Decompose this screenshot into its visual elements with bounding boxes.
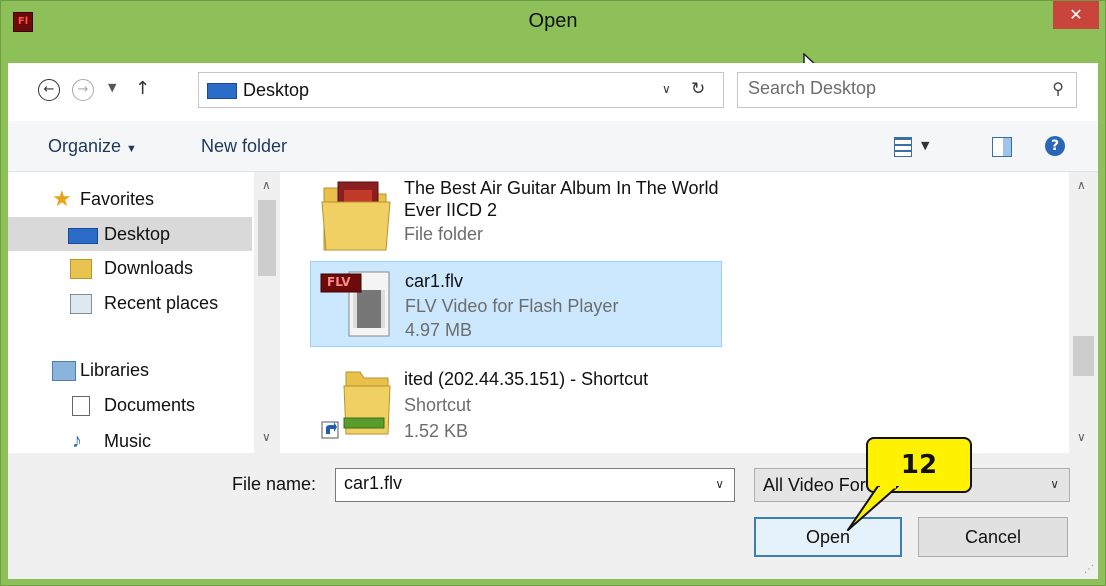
scroll-down-icon[interactable]: ∨ [1077, 430, 1086, 444]
chevron-down-icon: ▼ [126, 143, 137, 155]
file-size: 1.52 KB [404, 421, 469, 441]
file-name: car1.flv [405, 271, 464, 291]
navigation-pane: ★ Favorites Desktop Downloads Recent pla… [8, 172, 284, 453]
recent-places-icon [70, 294, 92, 314]
close-button[interactable]: ✕ [1053, 1, 1099, 29]
file-name-input[interactable] [344, 473, 684, 494]
nav-item-favorites[interactable]: ★ Favorites [8, 182, 252, 216]
view-options-chevron-icon[interactable]: ▼ [921, 139, 929, 152]
desktop-icon [207, 83, 237, 99]
file-size: 4.97 MB [405, 320, 473, 340]
search-box[interactable]: ⚲ [737, 72, 1077, 108]
recent-locations-button[interactable]: ▼ [108, 81, 116, 94]
resize-grip-icon[interactable]: ⋰ [1084, 564, 1094, 575]
flv-badge: FLV [327, 275, 351, 289]
organize-label: Organize [48, 136, 122, 156]
music-icon: ♪ [72, 430, 82, 452]
cancel-button[interactable]: Cancel [918, 517, 1068, 557]
file-item-selected[interactable]: FLV car1.flv FLV Video for Flash Player … [310, 261, 722, 347]
preview-pane-icon[interactable] [992, 137, 1012, 157]
libraries-icon [52, 361, 76, 381]
nav-item-label: Documents [104, 395, 196, 415]
change-view-icon[interactable] [894, 137, 912, 157]
dialog-client-area: ← → ▼ ↑ Desktop ∨ ↻ ⚲ Organize ▼ New fold… [8, 63, 1098, 579]
file-type-dropdown-button[interactable]: ∨ [1050, 477, 1059, 491]
search-input[interactable] [748, 78, 1028, 99]
refresh-icon[interactable]: ↻ [691, 79, 705, 99]
address-box[interactable]: Desktop ∨ ↻ [198, 72, 724, 108]
address-path[interactable]: Desktop [243, 78, 309, 102]
nav-item-label: Favorites [80, 189, 155, 209]
file-item[interactable]: The Best Air Guitar Album In The World E… [310, 172, 720, 252]
file-list-scrollbar[interactable]: ∧ ∨ [1069, 172, 1098, 453]
file-name: ited (202.44.35.151) - Shortcut [404, 369, 649, 389]
file-type: File folder [404, 224, 484, 244]
file-item[interactable]: ited (202.44.35.151) - Shortcut Shortcut… [310, 362, 720, 446]
address-bar: ← → ▼ ↑ Desktop ∨ ↻ ⚲ [8, 63, 1098, 121]
scrollbar-thumb[interactable] [1073, 336, 1094, 376]
nav-item-recent-places[interactable]: Recent places [8, 286, 252, 320]
scrollbar-thumb[interactable] [258, 200, 276, 276]
desktop-icon [68, 228, 98, 244]
file-type: FLV Video for Flash Player [405, 296, 619, 316]
file-type: Shortcut [404, 395, 472, 415]
help-icon[interactable]: ? [1045, 136, 1065, 156]
file-name-label: File name: [232, 474, 317, 494]
nav-item-music[interactable]: ♪ Music [8, 424, 252, 453]
open-dialog-window: Fl Open ✕ ← → ▼ ↑ Desktop ∨ ↻ ⚲ Organ [0, 0, 1106, 586]
nav-item-libraries[interactable]: Libraries [8, 353, 252, 387]
title-bar[interactable]: Fl Open ✕ [1, 1, 1105, 39]
nav-item-label: Downloads [104, 258, 194, 278]
nav-item-label: Music [104, 431, 152, 451]
organize-button[interactable]: Organize ▼ [48, 135, 137, 160]
nav-item-label: Recent places [104, 293, 219, 313]
scroll-up-icon[interactable]: ∧ [262, 178, 271, 192]
nav-item-desktop[interactable]: Desktop [8, 217, 252, 251]
file-name: The Best Air Guitar Album In The World E… [404, 178, 719, 220]
forward-button[interactable]: → [72, 79, 94, 101]
step-number-callout: 12 [866, 437, 972, 493]
window-title: Open [528, 10, 578, 32]
command-toolbar: Organize ▼ New folder ▼ ? [8, 121, 1098, 172]
search-icon[interactable]: ⚲ [1052, 79, 1064, 98]
back-button[interactable]: ← [38, 79, 60, 101]
address-dropdown-button[interactable]: ∨ [662, 82, 671, 96]
star-icon: ★ [52, 186, 72, 211]
scroll-down-icon[interactable]: ∨ [262, 430, 271, 444]
file-name-dropdown-button[interactable]: ∨ [715, 477, 724, 491]
file-list: The Best Air Guitar Album In The World E… [286, 172, 1069, 453]
documents-icon [72, 396, 90, 416]
nav-item-label: Desktop [104, 224, 171, 244]
file-name-combobox[interactable]: ∨ [335, 468, 735, 502]
nav-item-downloads[interactable]: Downloads [8, 251, 252, 285]
navigation-scrollbar[interactable]: ∧ ∨ [254, 172, 280, 453]
album-folder-icon [321, 181, 391, 251]
nav-item-label: Libraries [80, 360, 150, 380]
downloads-icon [70, 259, 92, 279]
new-folder-button[interactable]: New folder [201, 135, 287, 157]
up-button[interactable]: ↑ [135, 78, 150, 99]
scroll-up-icon[interactable]: ∧ [1077, 178, 1086, 192]
network-shortcut-icon [321, 371, 391, 439]
nav-item-documents[interactable]: Documents [8, 388, 252, 422]
callout-pointer [847, 486, 899, 531]
